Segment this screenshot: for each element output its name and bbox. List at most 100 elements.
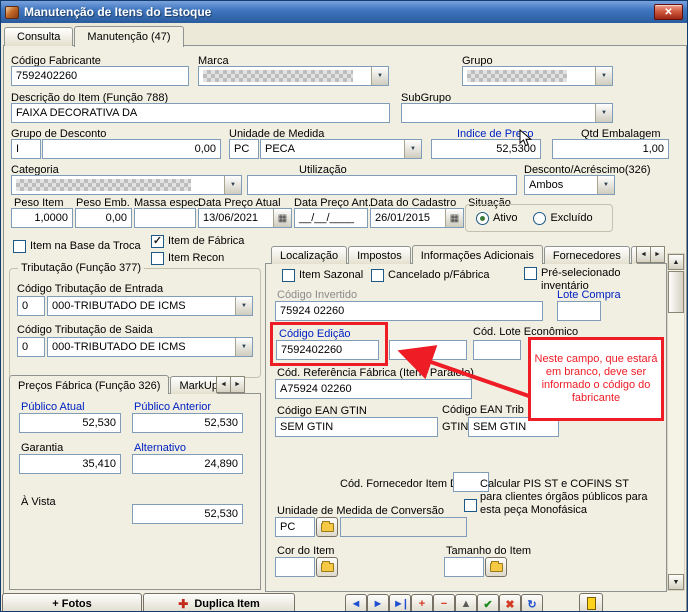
nav-post-button[interactable]: ✔ bbox=[477, 594, 499, 611]
duplica-item-label: Duplica Item bbox=[194, 598, 260, 610]
tributacao-saida-value: 000-TRIBUTADO DE ICMS bbox=[52, 341, 186, 353]
dropdown-icon[interactable]: ▼ bbox=[404, 140, 421, 158]
tab-localizacao[interactable]: Localização bbox=[271, 246, 348, 264]
data-cadastro-input[interactable]: 26/01/2015 ▦ bbox=[370, 208, 464, 228]
tab-informacoes-adicionais[interactable]: Informações Adicionais bbox=[411, 245, 543, 264]
ean-gtin-input[interactable]: SEM GTIN bbox=[275, 417, 438, 437]
tab-manutencao[interactable]: Manutenção (47) bbox=[74, 26, 184, 47]
ean-gtin-label: Código EAN GTIN bbox=[277, 405, 367, 417]
qtd-embalagem-input[interactable]: 1,00 bbox=[552, 139, 669, 159]
tab-markup[interactable]: MarkUp (Fu bbox=[170, 376, 217, 394]
cod-referencia-input[interactable]: A75924 02260 bbox=[275, 379, 472, 399]
dropdown-icon[interactable]: ▼ bbox=[595, 104, 612, 122]
cancelado-fabrica-checkbox[interactable]: Cancelado p/Fábrica bbox=[371, 269, 490, 282]
scroll-up-button[interactable]: ▲ bbox=[668, 254, 684, 270]
grupo-desconto-value-input[interactable]: 0,00 bbox=[42, 139, 221, 159]
unidade-medida-value: PECA bbox=[265, 143, 295, 155]
dropdown-icon[interactable]: ▼ bbox=[371, 67, 388, 85]
peso-emb-input[interactable]: 0,00 bbox=[75, 208, 132, 228]
cor-item-browse-button[interactable] bbox=[316, 557, 338, 577]
dropdown-icon[interactable]: ▼ bbox=[235, 338, 252, 356]
tab-impostos[interactable]: Impostos bbox=[348, 246, 411, 264]
item-base-troca-checkbox[interactable]: Item na Base da Troca bbox=[13, 240, 141, 253]
nav-last-button[interactable]: ►| bbox=[389, 594, 411, 611]
garantia-input[interactable]: 35,410 bbox=[19, 454, 121, 474]
folder-icon bbox=[320, 520, 334, 532]
tributacao-entrada-combobox[interactable]: 000-TRIBUTADO DE ICMS ▼ bbox=[47, 296, 253, 316]
folder-icon bbox=[320, 560, 334, 572]
item-sazonal-checkbox[interactable]: Item Sazonal bbox=[282, 269, 363, 282]
massa-espec-input[interactable] bbox=[134, 208, 196, 228]
item-recon-checkbox[interactable]: Item Recon bbox=[151, 252, 224, 265]
alternativo-input[interactable]: 24,890 bbox=[132, 454, 243, 474]
cod-referencia-label: Cód. Referência Fábrica (Itens Paralelo) bbox=[277, 367, 474, 379]
dropdown-icon[interactable]: ▼ bbox=[235, 297, 252, 315]
grupo-desconto-code-input[interactable]: I bbox=[11, 139, 41, 159]
grupo-combobox[interactable]: ▼ bbox=[462, 66, 613, 86]
tributacao-saida-code-input[interactable]: 0 bbox=[17, 337, 45, 357]
dropdown-icon[interactable]: ▼ bbox=[224, 176, 241, 194]
item-base-troca-label: Item na Base da Troca bbox=[30, 240, 141, 252]
radio-excluido[interactable]: Excluído bbox=[533, 211, 593, 225]
tab-scroll-right-button[interactable]: ► bbox=[650, 246, 665, 263]
duplica-item-button[interactable]: ✚ Duplica Item bbox=[143, 593, 295, 611]
nav-cancel-button[interactable]: ✖ bbox=[499, 594, 521, 611]
unidade-medida-combobox[interactable]: PECA ▼ bbox=[260, 139, 422, 159]
categoria-combobox[interactable]: ▼ bbox=[11, 175, 242, 195]
tamanho-item-browse-button[interactable] bbox=[485, 557, 507, 577]
a-vista-input[interactable]: 52,530 bbox=[132, 504, 243, 524]
nav-prev-button[interactable]: ◄ bbox=[345, 594, 367, 611]
calendar-icon[interactable]: ▦ bbox=[273, 209, 291, 227]
utilizacao-input[interactable] bbox=[247, 175, 517, 195]
calendar-icon[interactable]: ▦ bbox=[445, 209, 463, 227]
fotos-button[interactable]: + Fotos bbox=[2, 593, 142, 611]
unidade-conversao-input[interactable]: PC bbox=[275, 517, 315, 537]
tab-scroll-left-button[interactable]: ◄ bbox=[636, 246, 651, 263]
nav-refresh-button[interactable]: ↻ bbox=[521, 594, 543, 611]
subgrupo-combobox[interactable]: ▼ bbox=[401, 103, 613, 123]
descricao-item-input[interactable]: FAIXA DECORATIVA DA bbox=[11, 103, 390, 123]
vertical-scrollbar[interactable]: ▲ ▼ bbox=[667, 253, 685, 591]
data-preco-atual-input[interactable]: 13/06/2021 ▦ bbox=[198, 208, 292, 228]
tab-consulta[interactable]: Consulta bbox=[4, 27, 74, 46]
tab-scroll-right-button[interactable]: ► bbox=[230, 376, 245, 393]
cor-item-input[interactable] bbox=[275, 557, 315, 577]
tab-scroll-left-button[interactable]: ◄ bbox=[216, 376, 231, 393]
codigo-edicao-secondary-input[interactable] bbox=[389, 340, 467, 360]
nav-delete-button[interactable]: − bbox=[433, 594, 455, 611]
data-preco-ant-input[interactable]: __/__/____ bbox=[294, 208, 368, 228]
publico-atual-input[interactable]: 52,530 bbox=[19, 413, 121, 433]
unidade-medida-code-input[interactable]: PC bbox=[229, 139, 259, 159]
close-button[interactable]: ✕ bbox=[654, 4, 683, 20]
publico-anterior-input[interactable]: 52,530 bbox=[132, 413, 243, 433]
radio-ativo[interactable]: Ativo bbox=[476, 211, 517, 225]
nav-insert-button[interactable]: + bbox=[411, 594, 433, 611]
tab-precos-fabrica[interactable]: Preços Fábrica (Função 326) bbox=[9, 375, 170, 394]
unidade-conversao-browse-button[interactable] bbox=[316, 517, 338, 537]
tributacao-saida-combobox[interactable]: 000-TRIBUTADO DE ICMS ▼ bbox=[47, 337, 253, 357]
lote-compra-input[interactable] bbox=[557, 301, 601, 321]
codigo-fabricante-input[interactable]: 7592402260 bbox=[11, 66, 189, 86]
checkbox-box bbox=[524, 267, 537, 280]
item-fabrica-checkbox[interactable]: ✓ Item de Fábrica bbox=[151, 235, 244, 248]
marca-combobox[interactable]: ▼ bbox=[198, 66, 389, 86]
codigo-invertido-input[interactable]: 75924 02260 bbox=[275, 301, 543, 321]
dropdown-icon[interactable]: ▼ bbox=[595, 67, 612, 85]
cod-lote-economico-input[interactable] bbox=[473, 340, 521, 360]
tamanho-item-input[interactable] bbox=[444, 557, 484, 577]
scrollbar-thumb[interactable] bbox=[668, 271, 684, 313]
dropdown-icon[interactable]: ▼ bbox=[597, 176, 614, 194]
calcular-pis-checkbox[interactable] bbox=[464, 499, 477, 512]
tributacao-entrada-code-input[interactable]: 0 bbox=[17, 296, 45, 316]
scroll-down-button[interactable]: ▼ bbox=[668, 574, 684, 590]
desconto-acrescimo-combobox[interactable]: Ambos ▼ bbox=[524, 175, 615, 195]
app-window: Manutenção de Itens do Estoque ✕ Consult… bbox=[0, 0, 688, 612]
redacted-text bbox=[203, 70, 353, 82]
nav-edit-button[interactable]: ▲ bbox=[455, 594, 477, 611]
nav-next-button[interactable]: ► bbox=[367, 594, 389, 611]
peso-item-input[interactable]: 1,0000 bbox=[11, 208, 73, 228]
tab-fornecedores[interactable]: Fornecedores bbox=[543, 246, 630, 264]
tab-scroll-spinner: ◄ ► bbox=[636, 246, 665, 263]
ean-trib-label-line1: Código EAN Trib bbox=[442, 404, 524, 416]
notes-button[interactable] bbox=[579, 593, 603, 611]
